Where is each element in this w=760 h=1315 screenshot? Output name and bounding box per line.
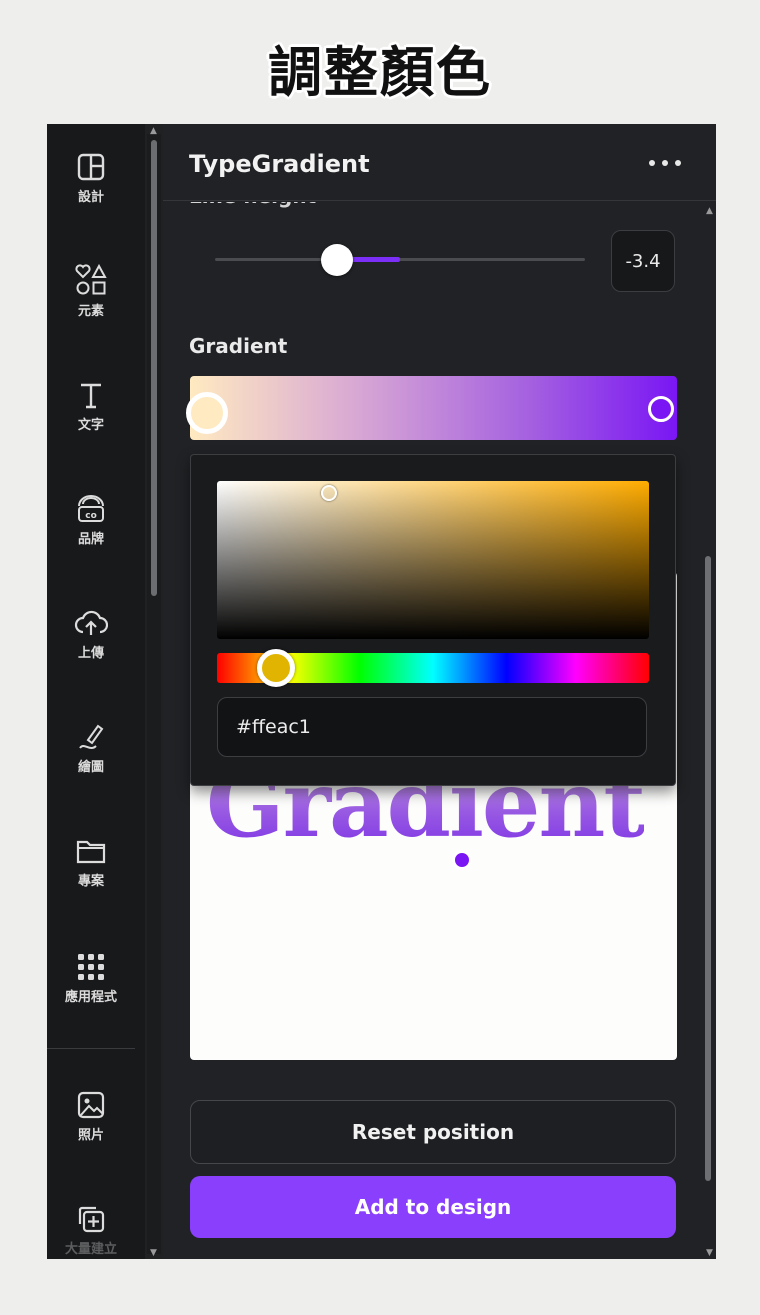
hue-slider[interactable] bbox=[217, 649, 649, 687]
rail-item-text[interactable]: 文字 bbox=[47, 380, 135, 433]
panel-title: TypeGradient bbox=[189, 150, 370, 178]
video-caption: 調整顏色 bbox=[268, 41, 492, 104]
preview-gradient-handle[interactable] bbox=[452, 850, 472, 870]
apps-grid-icon bbox=[78, 954, 104, 980]
rail-label: 元素 bbox=[77, 304, 104, 319]
rail-item-bulk-create[interactable]: 大量建立 bbox=[47, 1204, 135, 1257]
color-picker-popover bbox=[190, 454, 676, 786]
rail-item-apps[interactable]: 應用程式 bbox=[47, 952, 135, 1005]
rail-item-design[interactable]: 設計 bbox=[47, 152, 135, 205]
rail-item-uploads[interactable]: 上傳 bbox=[47, 608, 135, 661]
rail-label: 上傳 bbox=[77, 646, 104, 661]
rail-divider bbox=[47, 1048, 135, 1049]
line-height-slider-track[interactable] bbox=[215, 258, 585, 261]
rail-label: 設計 bbox=[77, 190, 104, 205]
saturation-value-area[interactable] bbox=[217, 481, 649, 639]
rail-label: 大量建立 bbox=[64, 1242, 117, 1257]
draw-icon bbox=[79, 724, 104, 749]
line-height-slider-handle[interactable] bbox=[321, 244, 353, 276]
layout-icon bbox=[77, 153, 105, 181]
line-height-value-input[interactable]: -3.4 bbox=[611, 230, 675, 292]
photo-icon bbox=[77, 1091, 105, 1119]
saturation-cursor[interactable] bbox=[321, 485, 337, 501]
text-icon bbox=[81, 383, 101, 409]
rail-label: 專案 bbox=[77, 874, 104, 889]
rail-label: 應用程式 bbox=[64, 990, 117, 1005]
gradient-stop-end[interactable] bbox=[648, 396, 674, 422]
app-panel: Line height TypeGradient -3.4 Gradient G… bbox=[163, 124, 716, 1259]
rail-label: 繪圖 bbox=[77, 760, 104, 775]
rail-item-photos[interactable]: 照片 bbox=[47, 1090, 135, 1143]
gradient-bar[interactable] bbox=[186, 376, 677, 440]
hue-slider-handle[interactable] bbox=[257, 649, 295, 687]
brand-icon: co bbox=[78, 495, 104, 522]
reset-position-button[interactable]: Reset position bbox=[190, 1100, 676, 1164]
rail-label: 品牌 bbox=[77, 532, 104, 547]
gradient-label: Gradient bbox=[189, 334, 288, 358]
svg-text:co: co bbox=[85, 511, 97, 521]
rail-item-brand[interactable]: co 品牌 bbox=[47, 492, 135, 547]
panel-scrollbar-thumb[interactable] bbox=[705, 556, 711, 1181]
more-dots-icon[interactable] bbox=[649, 160, 683, 168]
side-rail: 設計 元素 文字 co 品牌 上傳 繪圖 專案 應用程式 照片 大量建立 bbox=[47, 124, 145, 1259]
bulk-create-icon bbox=[78, 1206, 105, 1233]
folder-icon bbox=[76, 840, 106, 864]
gradient-stop-start[interactable] bbox=[186, 392, 228, 434]
scroll-up-arrow-icon[interactable]: ▲ bbox=[150, 126, 157, 136]
scroll-down-arrow-icon[interactable]: ▼ bbox=[150, 1248, 157, 1258]
rail-label: 文字 bbox=[77, 418, 104, 433]
shapes-icon bbox=[75, 264, 107, 295]
panel-scroll-down-icon[interactable]: ▼ bbox=[706, 1248, 713, 1258]
cloud-upload-icon bbox=[74, 610, 108, 635]
hex-color-input[interactable] bbox=[217, 697, 647, 757]
rail-item-projects[interactable]: 專案 bbox=[47, 836, 135, 889]
panel-scroll-up-icon[interactable]: ▲ bbox=[706, 206, 713, 216]
rail-item-draw[interactable]: 繪圖 bbox=[47, 722, 135, 775]
rail-scrollbar-thumb[interactable] bbox=[151, 140, 157, 596]
add-to-design-button[interactable]: Add to design bbox=[190, 1176, 676, 1238]
header-divider-line bbox=[163, 200, 716, 201]
rail-item-elements[interactable]: 元素 bbox=[47, 264, 135, 319]
rail-label: 照片 bbox=[77, 1128, 104, 1143]
app-window: 設計 元素 文字 co 品牌 上傳 繪圖 專案 應用程式 照片 大量建立 ▲ ▼… bbox=[47, 124, 716, 1259]
